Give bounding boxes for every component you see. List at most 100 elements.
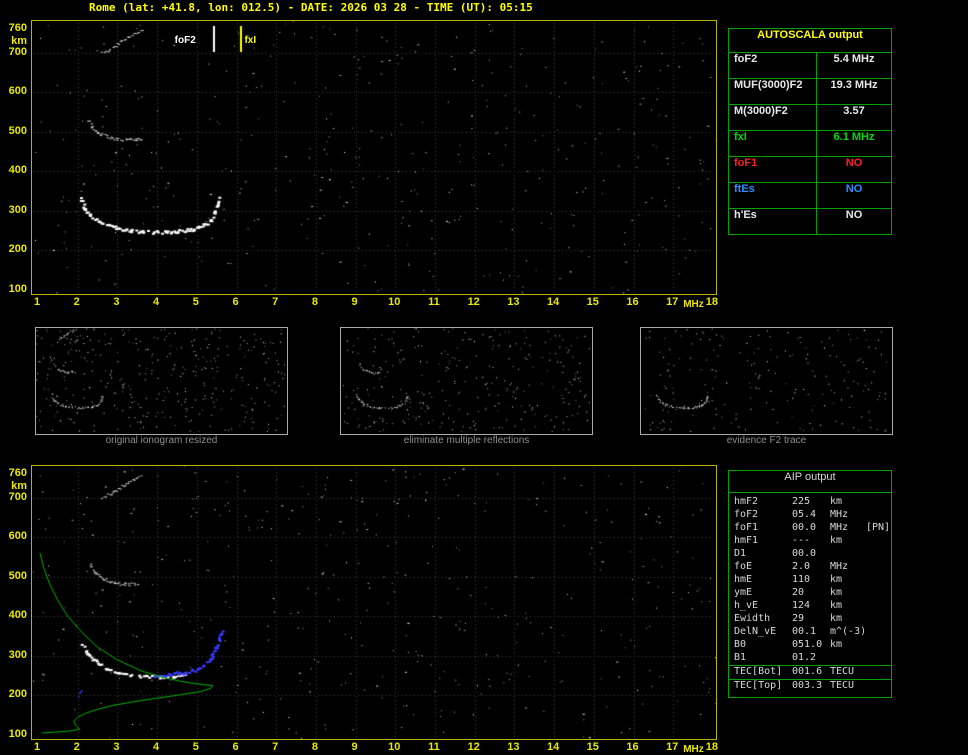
aip-row: B1 01.2 [729,652,891,665]
autoscala-row-value: 19.3 MHz [830,79,878,91]
y-axis-tick: 300 [8,648,27,661]
thumbnail-caption-original: original ionogram resized [105,435,218,446]
aip-pu: m^(-3) [830,626,867,637]
ionogram-top: 760 700 600 500 400 300 200 100 km 1 2 3 4 5 6 7 8 9 10 11 1… [0,18,724,318]
aip-pv: 110 [792,574,811,585]
ionogram-bottom-canvas [31,465,717,740]
autoscala-row: ftEs NO [729,183,891,209]
x-axis-tick: 12 [467,741,480,753]
aip-pn: h_vE [734,600,759,611]
aip-row: DelN_vE 00.1 m^(-3) [729,626,891,639]
x-axis-tick: 12 [467,296,480,308]
x-axis-tick: 3 [113,741,120,753]
aip-pn: foF2 [734,509,759,520]
aip-row: ymE 20 km [729,587,891,600]
autoscala-row-label: foF1 [729,157,817,182]
x-axis-tick: 13 [507,296,520,308]
y-axis-unit: km [11,479,27,492]
x-axis-tick: 5 [192,296,199,308]
y-axis-tick: 700 [8,45,27,58]
aip-row: D1 00.0 [729,548,891,561]
aip-pu: MHz [830,509,849,520]
x-axis-tick: 14 [546,296,560,308]
x-axis-tick: 9 [351,296,358,308]
aip-pn: DelN_vE [734,626,777,637]
y-axis-tick: 100 [8,283,27,295]
aip-pn: foF1 [734,522,759,533]
aip-row: hmF2 225 km [729,496,891,509]
x-axis-tick: 9 [351,741,358,753]
ionogram-top-canvas [31,20,717,295]
aip-pv: 2.0 [792,561,811,572]
y-axis-unit: km [11,34,27,47]
thumbnail-evidence-canvas [641,328,890,432]
x-axis-tick: 15 [586,296,599,308]
x-axis-tick: 6 [232,741,239,753]
aip-pv: 20 [792,587,805,598]
aip-px [866,496,891,509]
x-axis-unit: MHz [683,744,704,755]
aip-pu: km [830,587,843,598]
y-axis-tick: 600 [8,530,27,543]
aip-row: foE 2.0 MHz [729,561,891,574]
aip-px [866,587,891,600]
aip-title: AIP output [729,471,891,493]
x-axis-tick: 13 [507,741,520,753]
aip-pv: --- [792,535,811,546]
x-axis-tick: 10 [388,741,401,753]
autoscala-row: h'Es NO [729,209,891,234]
aip-pv: 003.3 [792,680,823,691]
x-axis-tick: 10 [388,296,401,308]
aip-pu: km [830,574,843,585]
autoscala-row: MUF(3000)F2 19.3 MHz [729,79,891,105]
aip-px [866,613,891,626]
autoscala-row: M(3000)F2 3.57 [729,105,891,131]
aip-pv: 124 [792,600,811,611]
x-axis-tick: 6 [232,296,239,308]
aip-pu [830,652,866,665]
y-axis-tick: 500 [8,569,27,582]
aip-pv: 051.0 [792,639,823,650]
station-header: Rome (lat: +41.8, lon: 012.5) - DATE: 20… [89,1,533,14]
aip-px [866,639,891,652]
aip-pn: B1 [734,652,747,663]
autoscala-row-label: MUF(3000)F2 [729,79,817,104]
x-axis-tick: 11 [428,296,440,308]
y-axis-tick: 300 [8,203,27,216]
y-axis-tick: 760 [8,466,27,479]
y-axis-tick: 100 [8,728,27,740]
ionogram-bottom: 760 700 600 500 400 300 200 100 km 1 2 3 4 5 6 7 8 9 10 11 1… [0,463,724,755]
aip-pv: 00.0 [792,522,817,533]
aip-row: h_vE 124 km [729,600,891,613]
aip-pu: km [830,535,843,546]
aip-pn: ymE [734,587,753,598]
y-axis-tick: 200 [8,243,27,256]
x-axis-tick: 15 [586,741,599,753]
aip-pn: D1 [734,548,747,559]
autoscala-row-label: foF2 [729,53,817,78]
aip-row: hmF1 --- km [729,535,891,548]
y-axis-tick: 700 [8,490,27,503]
aip-px [866,535,891,548]
aip-row: foF2 05.4 MHz [729,509,891,522]
x-axis-tick: 7 [272,296,279,308]
aip-table: AIP output hmF2 225 km foF2 05.4 MHz foF1 00.0 M… [728,470,892,698]
aip-pv: 225 [792,496,811,507]
x-axis-tick: 17 [666,296,679,308]
aip-pn: hmE [734,574,753,585]
aip-pu: MHz [830,522,849,533]
y-axis-tick: 400 [8,164,27,177]
thumbnail-eliminate-canvas [341,328,590,432]
aip-pv: 00.0 [792,548,817,559]
aip-pu: km [830,600,843,611]
aip-pn: B0 [734,639,747,650]
autoscala-row-label: ftEs [729,183,817,208]
thumbnail-original-canvas [36,328,285,432]
aip-pu: km [830,496,843,507]
aip-row: hmE 110 km [729,574,891,587]
aip-pn: hmF1 [734,535,759,546]
x-axis-tick: 7 [272,741,279,753]
aip-pn: Ewidth [734,613,771,624]
aip-rows: hmF2 225 km foF2 05.4 MHz foF1 00.0 MHz [PN] hmF1 -… [729,493,891,697]
aip-pu: km [830,613,843,624]
